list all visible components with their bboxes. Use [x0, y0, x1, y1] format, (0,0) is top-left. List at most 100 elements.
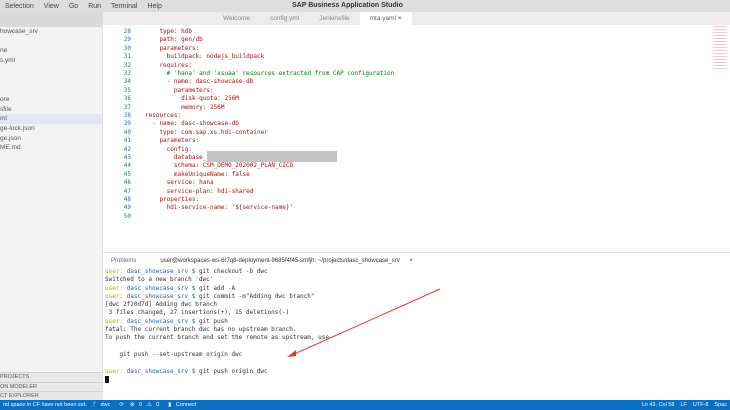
code-text: disk-quota: 256M: [145, 95, 239, 103]
file-item[interactable]: ME.md: [0, 143, 102, 153]
bottom-panel: Problems user@workspaces-ws-6r7q8-deploy…: [103, 252, 730, 400]
redacted-value: [207, 151, 337, 162]
code-text: memory: 256M: [145, 103, 225, 111]
prompt-user: user:: [105, 284, 127, 292]
status-bar: nd space in CF have not been set. ᚠ dwc …: [0, 400, 730, 410]
terminal-text: fatal: The current branch dwc has no ups…: [105, 326, 297, 334]
branch-indicator[interactable]: ᚠ dwc: [90, 402, 117, 408]
menu-view[interactable]: View: [39, 3, 64, 10]
prompt-user: user:: [105, 268, 127, 275]
code-text: buildpack: nodejs_buildpack: [145, 53, 265, 61]
explorer-header: [0, 12, 102, 27]
indent[interactable]: Spac: [711, 402, 730, 408]
file-item[interactable]: ge-lock.json: [0, 124, 102, 134]
code-text: path: gen/db: [145, 36, 203, 44]
editor-tabs: Welcome config.yml Jenkinsfile mta.yaml …: [103, 12, 730, 25]
line-number: 49: [123, 204, 131, 212]
tab-problems[interactable]: Problems: [103, 258, 144, 264]
terminal-text: git add -A: [198, 284, 236, 292]
code-text: config:: [145, 145, 192, 153]
menu-help[interactable]: Help: [142, 3, 166, 10]
file-item[interactable]: ore: [0, 95, 102, 105]
line-number: 33: [123, 70, 131, 77]
terminal-text: git commit -m"Adding dwc branch": [198, 292, 315, 300]
terminal-text: git push: [198, 317, 228, 325]
tab-welcome[interactable]: Welcome: [213, 12, 260, 25]
prompt-path: dasc_showcase_srv $: [126, 284, 199, 292]
problems-indicator[interactable]: ⊗ 0 ⚠ 0: [127, 402, 165, 408]
prompt-user: user:: [105, 317, 127, 325]
section-modeler[interactable]: ON MODELER: [0, 381, 103, 391]
code-text: makeUniqueName: false: [145, 170, 250, 178]
line-number: 50: [123, 212, 131, 220]
line-number: 32: [123, 61, 131, 69]
tab-mta-yaml[interactable]: mta.yaml ×: [359, 12, 412, 25]
tab-config-yml[interactable]: config.yml: [260, 12, 309, 25]
tab-terminal[interactable]: user@workspaces-ws-6r7q8-deployment-9685…: [144, 258, 421, 264]
close-icon[interactable]: ×: [398, 15, 402, 22]
line-number: 38: [123, 112, 131, 119]
code-text: - name: dasc-showcase-db: [145, 120, 239, 128]
line-number: 47: [123, 187, 131, 195]
terminal-line: 3 files changed, 27 insertions(+), 15 de…: [105, 309, 730, 317]
code-text: requires:: [145, 61, 192, 69]
tab-jenkinsfile[interactable]: Jenkinsfile: [309, 12, 359, 25]
line-number: 29: [123, 36, 131, 44]
menu-selection[interactable]: Selection: [0, 3, 39, 10]
code-text: resources:: [145, 112, 182, 119]
code-editor[interactable]: 28 type: hdb 29 path: gen/db 30 parameters…: [103, 25, 730, 250]
app-title: SAP Business Application Studio: [292, 2, 403, 9]
menu-go[interactable]: Go: [64, 3, 83, 10]
code-text: # 'hana' and 'xsuaa' resources extracted…: [145, 70, 395, 77]
menu-run[interactable]: Run: [83, 3, 106, 10]
file-item[interactable]: ne: [0, 46, 102, 56]
terminal-line: user: dasc_showcase_srv $ git push origi…: [105, 368, 730, 376]
line-number: 28: [123, 28, 131, 35]
code-text: properties:: [145, 196, 200, 203]
section-projects[interactable]: PROJECTS: [0, 372, 103, 382]
terminal-line: fatal: The current branch dwc has no ups…: [105, 326, 730, 334]
file-item[interactable]: sfile: [0, 105, 102, 115]
prompt-user: user:: [105, 367, 127, 375]
connect-button[interactable]: ▮ Connect: [165, 402, 202, 408]
menu-terminal[interactable]: Terminal: [106, 3, 142, 10]
status-message[interactable]: nd space in CF have not been set.: [0, 402, 90, 408]
file-item[interactable]: s.yml: [0, 56, 102, 66]
prompt-path: dasc_showcase_srv $: [126, 317, 199, 325]
terminal-line: user: dasc_showcase_srv $ git add -A: [105, 285, 730, 293]
line-number: 45: [123, 170, 131, 178]
line-number: 40: [123, 128, 131, 136]
line-number: 46: [123, 179, 131, 187]
terminal-text: Switched to a new branch 'dwc': [105, 276, 214, 284]
code-text: parameters:: [145, 86, 214, 94]
line-number: 34: [123, 78, 131, 86]
line-number: 39: [123, 120, 131, 128]
file-item[interactable]: [0, 66, 102, 76]
terminal-text: To push the current branch and set the r…: [105, 334, 329, 342]
code-text: type: hdb: [145, 28, 192, 35]
terminal-text: 3 files changed, 27 insertions(+), 15 de…: [105, 309, 290, 317]
line-number: 48: [123, 196, 131, 203]
file-item[interactable]: howcase_srv: [0, 27, 102, 37]
terminal-line: git push --set-upstream origin dwc: [105, 351, 730, 359]
terminal-text: git push --set-upstream origin dwc: [105, 350, 243, 358]
terminal[interactable]: user: dasc_showcase_srv $ git checkout -…: [103, 268, 730, 384]
cursor-position[interactable]: Ln 43, Col 58: [639, 402, 678, 408]
encoding[interactable]: UTF-8: [690, 402, 712, 408]
prompt-path: dasc_showcase_srv $: [126, 268, 199, 275]
terminal-line: user: dasc_showcase_srv $ git commit -m"…: [105, 293, 730, 301]
file-item[interactable]: [0, 75, 102, 85]
file-item[interactable]: [0, 85, 102, 95]
file-item[interactable]: [0, 37, 102, 47]
minimap[interactable]: [713, 26, 727, 71]
line-number: 35: [123, 86, 131, 94]
terminal-line: To push the current branch and set the r…: [105, 334, 730, 342]
file-item[interactable]: ml: [0, 114, 102, 124]
line-number: 42: [123, 145, 131, 153]
eol[interactable]: LF: [677, 402, 689, 408]
file-item[interactable]: ge.json: [0, 134, 102, 144]
code-text: schema: CSM_DEMO_202002_PLAN_CICD: [145, 162, 294, 170]
sync-icon[interactable]: ⟳: [116, 402, 127, 408]
